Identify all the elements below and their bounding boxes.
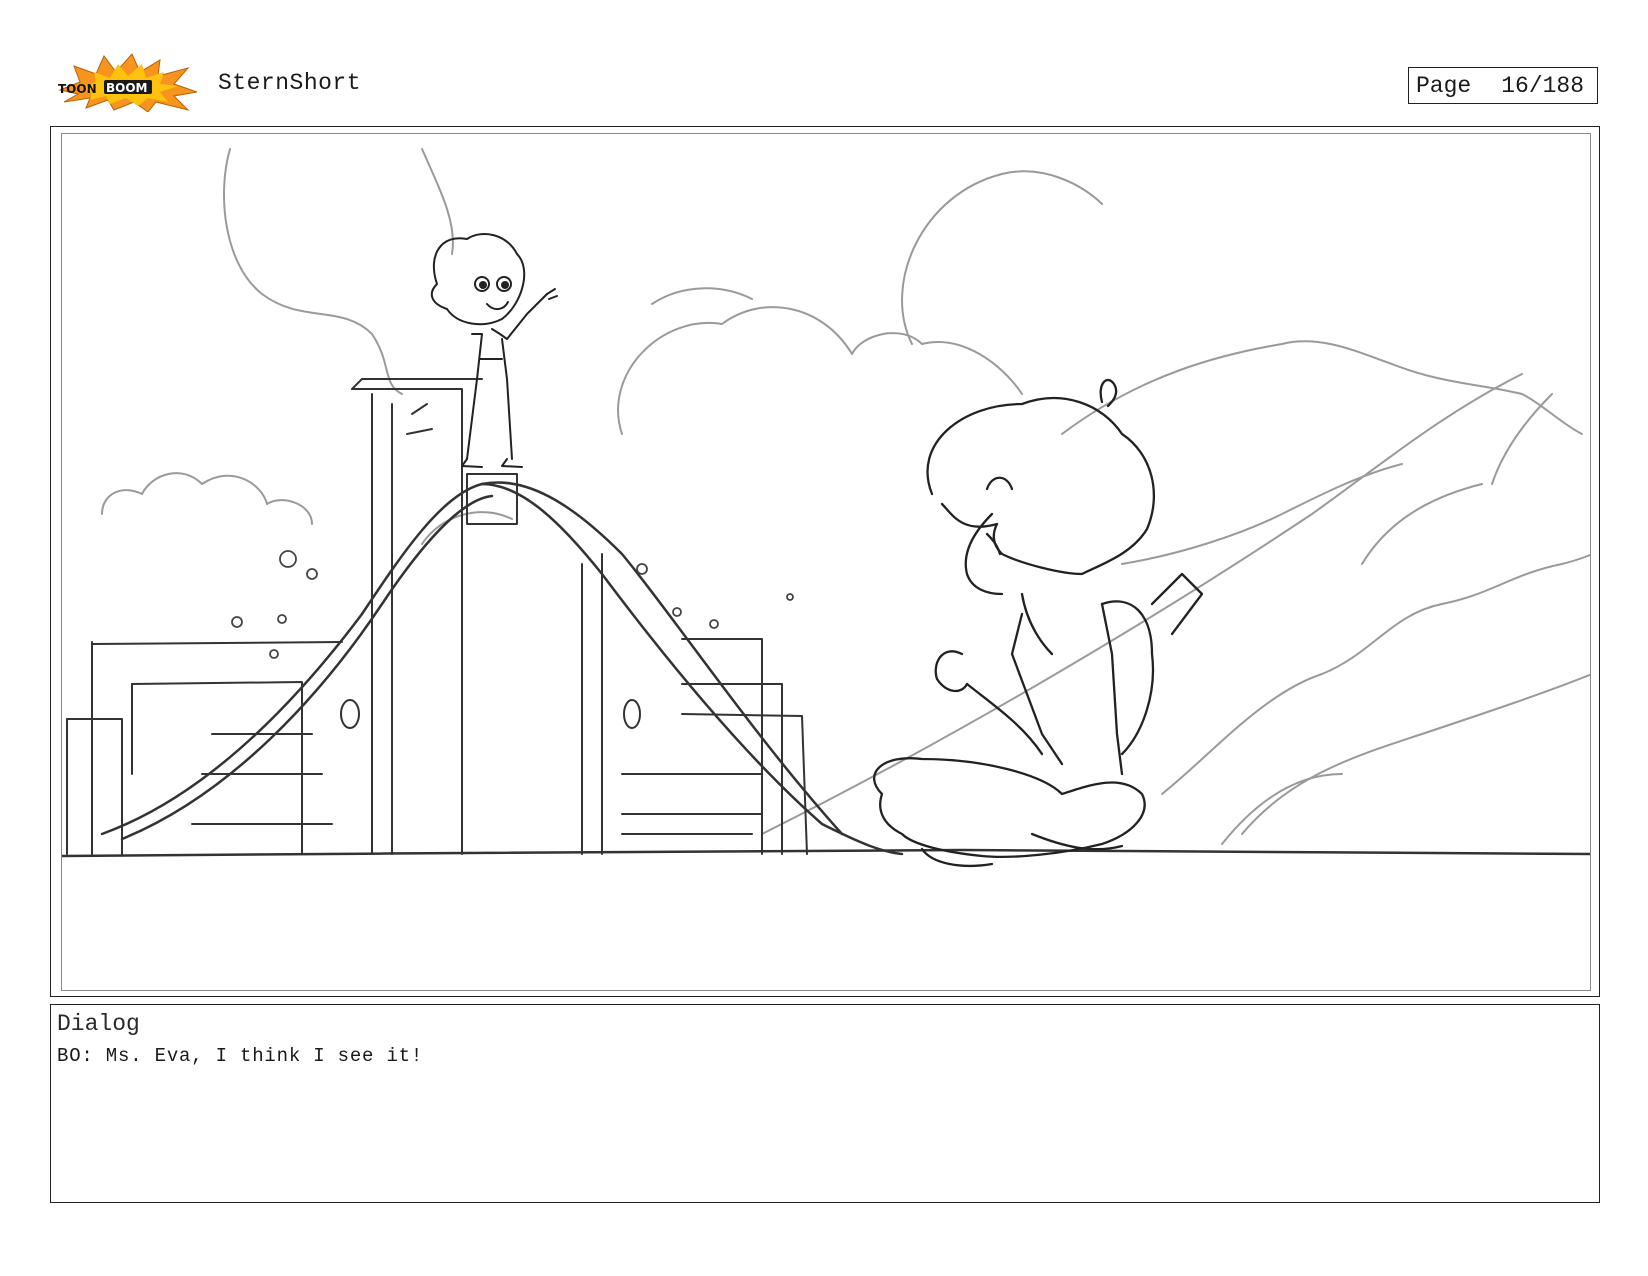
sketch-character-bo [430,233,558,468]
dialog-label: Dialog [57,1011,140,1037]
sketch-character-eva [873,378,1204,868]
dialog-panel: Dialog BO: Ms. Eva, I think I see it! [50,1004,1600,1203]
page-label: Page [1416,72,1472,99]
toonboom-logo-graphic: TOON BOOM [58,53,197,112]
page-header: TOON BOOM SternShort Page 16/188 [0,0,1648,120]
ground-line [62,848,1590,858]
logo-wordmark: TOON [58,82,97,96]
toonboom-logo: TOON BOOM [52,52,197,112]
page-number: 16/188 [1501,72,1585,99]
project-title: SternShort [218,70,362,96]
panel-artwork [61,133,1591,991]
page-indicator: Page 16/188 [1408,67,1598,104]
dialog-text: BO: Ms. Eva, I think I see it! [57,1045,424,1067]
sketch-illustration [62,148,1590,868]
logo-wordmark-boom: BOOM [106,81,148,95]
sketch-wooden-structure [66,378,808,855]
sketch-background-clouds [101,148,1590,845]
